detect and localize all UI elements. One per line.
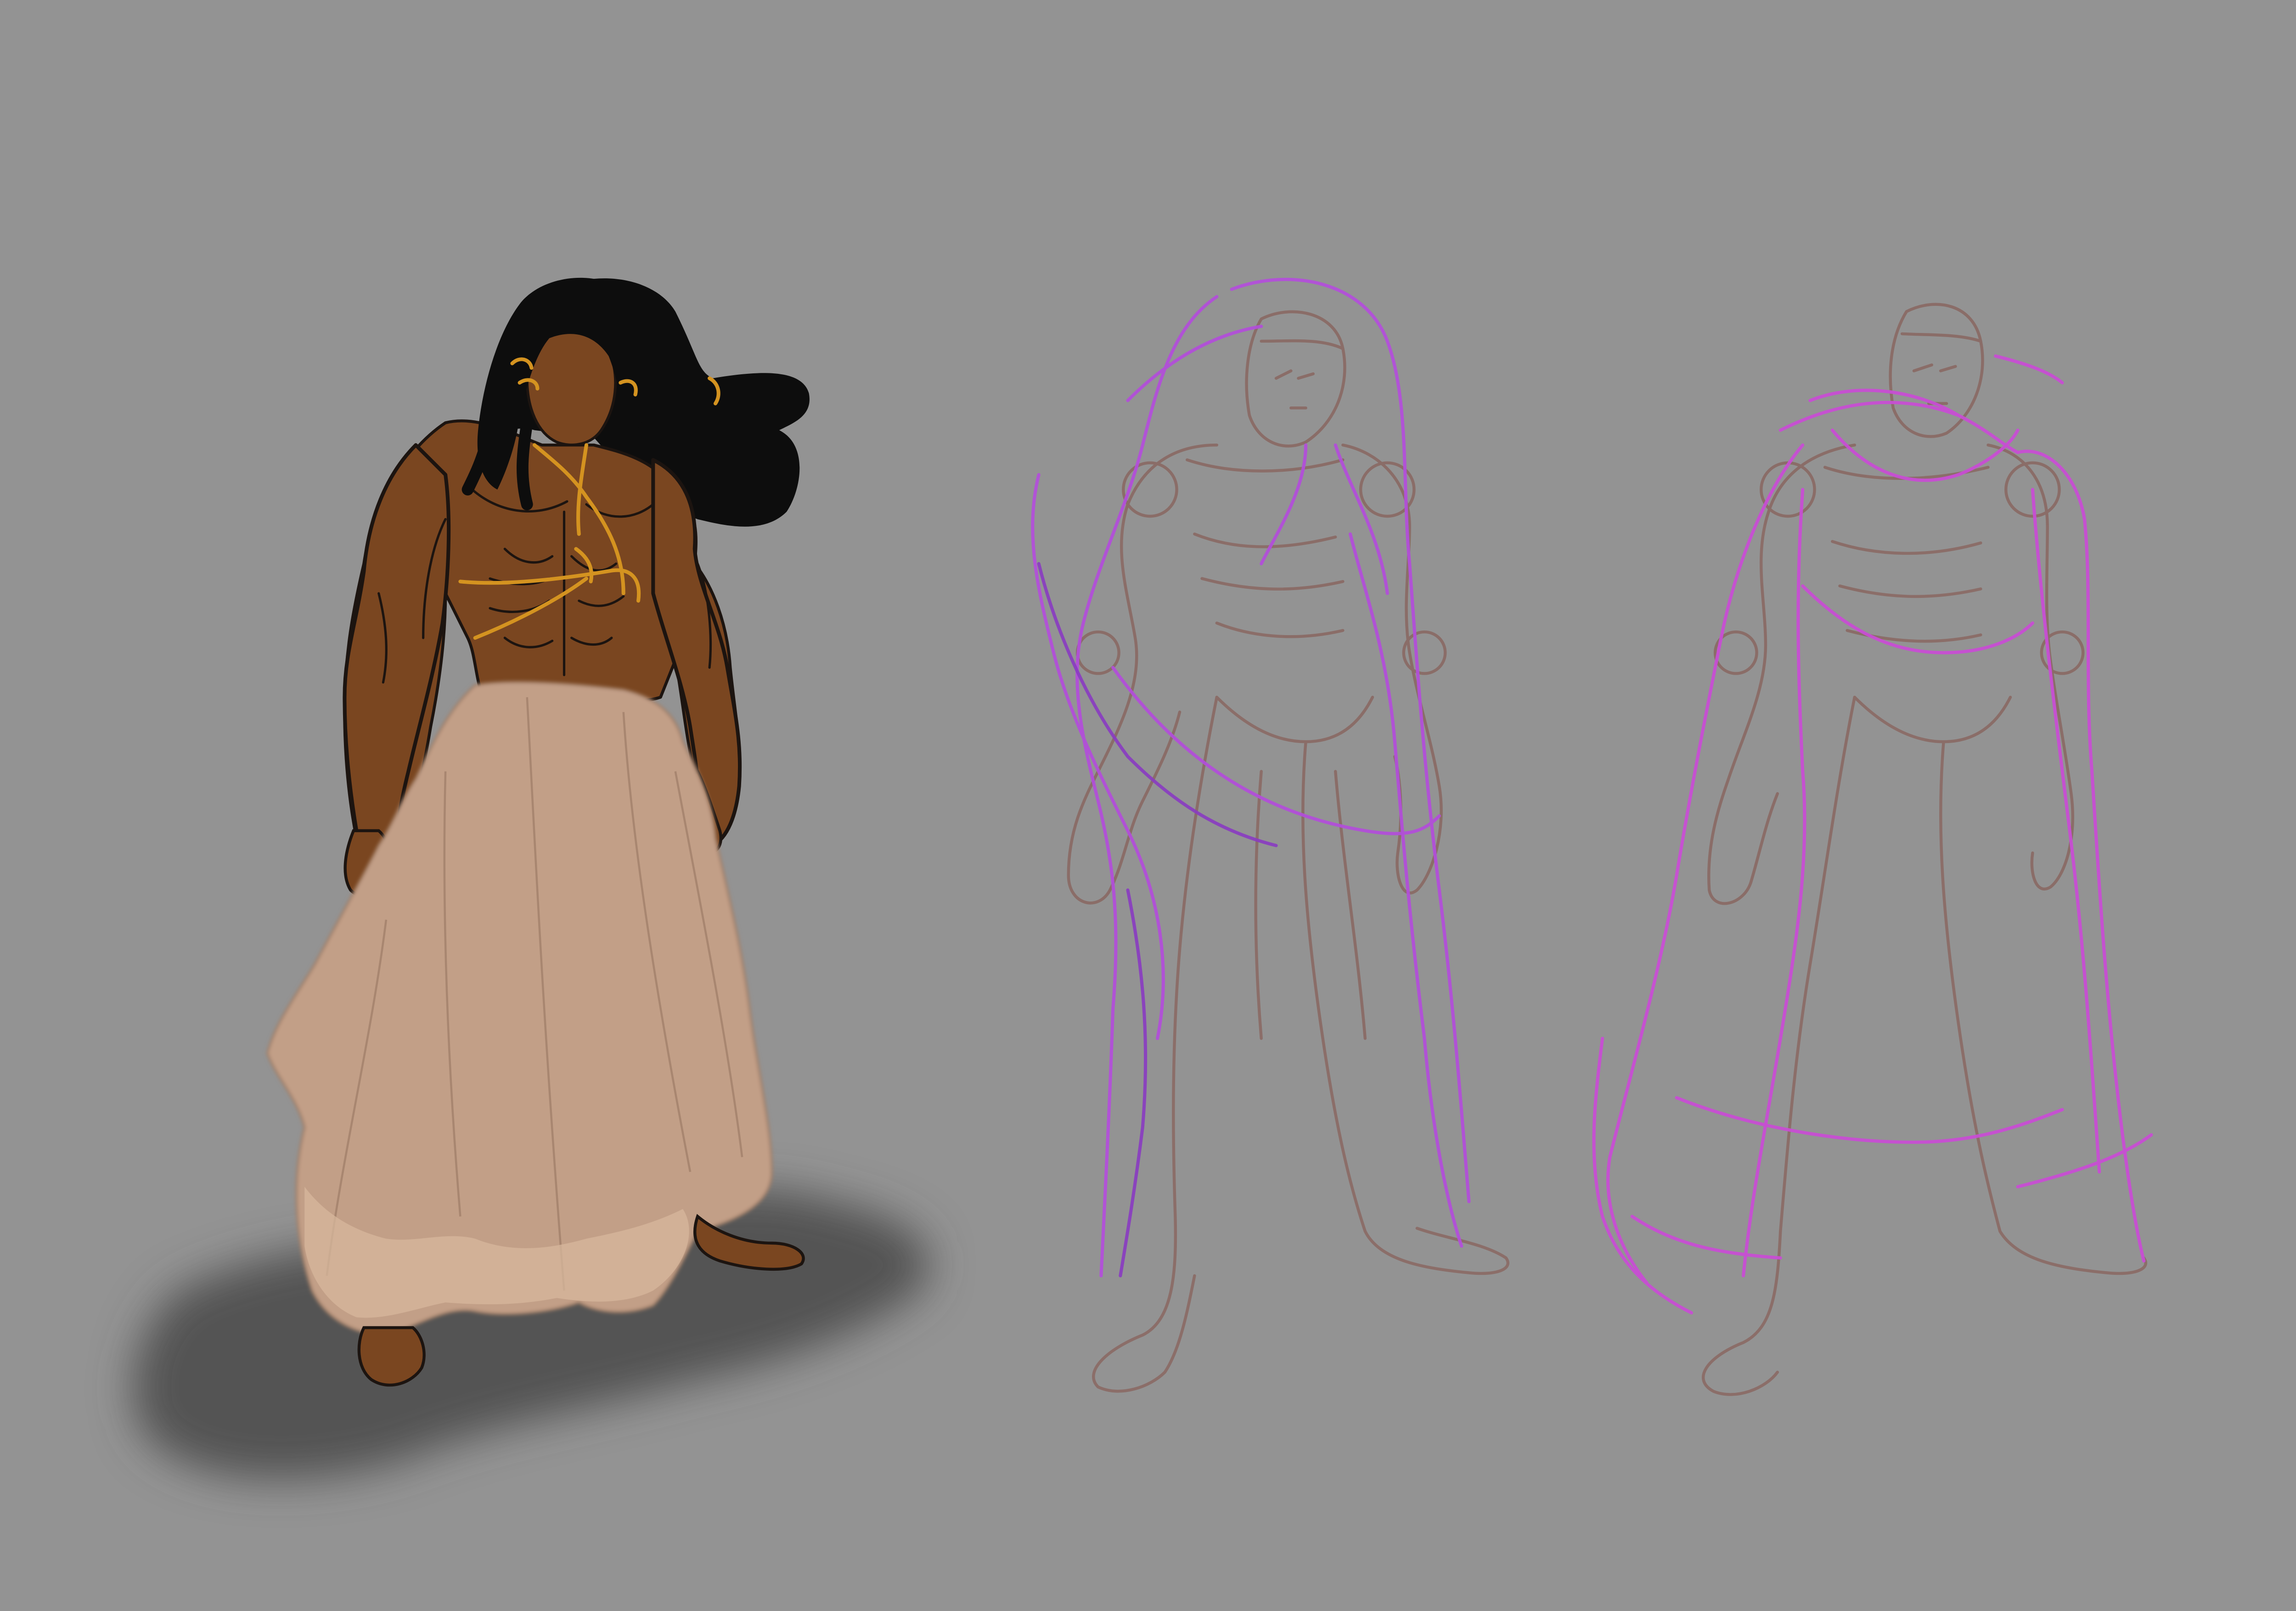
artwork-canvas [0, 0, 2296, 1611]
left-foot [357, 1326, 426, 1387]
artwork-svg [0, 0, 2296, 1611]
